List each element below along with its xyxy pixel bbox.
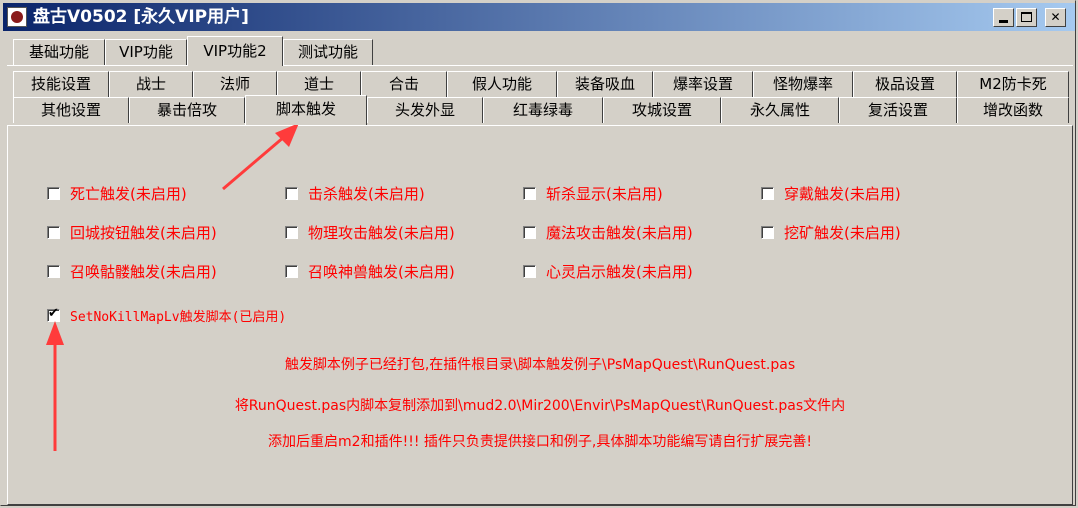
tab-warrior[interactable]: 战士 [109,71,193,97]
checkbox-label: 物理攻击触发(未启用) [308,223,455,242]
tabs-top-baseline [7,65,1073,66]
checkbox-box[interactable] [47,186,60,200]
tab-basic[interactable]: 基础功能 [13,39,105,65]
arrow-to-script-tab-icon [222,123,299,191]
checkbox-box[interactable] [523,225,536,239]
checkbox-label: 召唤神兽触发(未启用) [308,262,455,281]
checkbox-box[interactable] [47,264,60,278]
tab-monster-drop[interactable]: 怪物爆率 [753,71,853,97]
checkbox-label: 召唤骷髅触发(未启用) [70,262,217,281]
magic-attack-trigger-checkbox[interactable]: 魔法攻击触发(未启用) [523,222,693,242]
tab-combo[interactable]: 合击 [361,71,447,97]
maximize-icon [1021,12,1032,22]
checkbox-label: 击杀触发(未启用) [308,184,425,203]
minimize-button[interactable] [993,8,1014,27]
checkbox-label: SetNoKillMapLv触发脚本(已启用) [70,309,287,325]
summon-beast-trigger-checkbox[interactable]: 召唤神兽触发(未启用) [285,261,455,281]
tab-other-settings[interactable]: 其他设置 [13,97,129,123]
tab-permanent-attrs[interactable]: 永久属性 [721,97,839,123]
tab-siege-settings[interactable]: 攻城设置 [603,97,721,123]
tabs-row1: 技能设置 战士 法师 道士 合击 假人功能 装备吸血 爆率设置 怪物爆率 极品设… [7,71,1075,97]
close-button[interactable]: ✕ [1045,8,1066,27]
checkbox-label: 心灵启示触发(未启用) [546,262,693,281]
soul-revelation-trigger-checkbox[interactable]: 心灵启示触发(未启用) [523,261,693,281]
maximize-button[interactable] [1016,8,1037,27]
tab-taoist[interactable]: 道士 [277,71,361,97]
tab-m2-anti-freeze[interactable]: M2防卡死 [957,71,1069,97]
note-line-2: 将RunQuest.pas内脚本复制添加到\mud2.0\Mir200\Envi… [234,398,846,414]
tab-skill-settings[interactable]: 技能设置 [13,71,109,97]
close-icon: ✕ [1050,10,1061,24]
note-line-1: 触发脚本例子已经打包,在插件根目录\脚本触发例子\PsMapQuest\RunQ… [284,357,796,373]
summon-skeleton-trigger-checkbox[interactable]: 召唤骷髅触发(未启用) [47,261,217,281]
checkbox-label: 挖矿触发(未启用) [784,223,901,242]
tab-premium-settings[interactable]: 极品设置 [853,71,957,97]
tab-test[interactable]: 测试功能 [283,39,373,65]
tabs-row2: 其他设置 暴击倍攻 脚本触发 头发外显 红毒绿毒 攻城设置 永久属性 复活设置 … [7,95,1075,125]
checkbox-box[interactable] [761,225,774,239]
app-icon [7,7,27,27]
tab-script-trigger[interactable]: 脚本触发 [245,95,367,125]
return-city-trigger-checkbox[interactable]: 回城按钮触发(未启用) [47,222,217,242]
tab-drop-rate[interactable]: 爆率设置 [653,71,753,97]
window-title: 盘古V0502 [永久VIP用户] [33,7,249,27]
tab-vip[interactable]: VIP功能 [105,39,187,65]
death-trigger-checkbox[interactable]: 死亡触发(未启用) [47,183,187,203]
physical-attack-trigger-checkbox[interactable]: 物理攻击触发(未启用) [285,222,455,242]
tab-equip-lifesteal[interactable]: 装备吸血 [557,71,653,97]
tab-hair-display[interactable]: 头发外显 [367,97,483,123]
title-bar[interactable]: 盘古V0502 [永久VIP用户] ✕ [3,3,1075,31]
tab-red-green-poison[interactable]: 红毒绿毒 [483,97,603,123]
tab-vip2[interactable]: VIP功能2 [187,36,283,66]
checkbox-box[interactable] [523,264,536,278]
setnokillmaplv-trigger-checkbox[interactable]: SetNoKillMapLv触发脚本(已启用) [47,305,286,325]
main-window: 盘古V0502 [永久VIP用户] ✕ 基础功能 VIP功能 VIP功能2 测试… [0,0,1076,506]
checkbox-label: 魔法攻击触发(未启用) [546,223,693,242]
checkbox-box[interactable] [285,264,298,278]
tab-mage[interactable]: 法师 [193,71,277,97]
arrow-to-checked-box-icon [46,321,64,451]
checkbox-label: 斩杀显示(未启用) [546,184,663,203]
tab-modify-functions[interactable]: 增改函数 [957,97,1069,123]
tab-fake-player[interactable]: 假人功能 [447,71,557,97]
checkbox-box[interactable] [523,186,536,200]
note-line-3: 添加后重启m2和插件!!! 插件只负责提供接口和例子,具体脚本功能编写请自行扩展… [268,434,812,450]
checkbox-label: 回城按钮触发(未启用) [70,223,217,242]
tabs-top: 基础功能 VIP功能 VIP功能2 测试功能 [7,36,1075,66]
checkbox-label: 死亡触发(未启用) [70,184,187,203]
minimize-icon [999,20,1008,23]
mining-trigger-checkbox[interactable]: 挖矿触发(未启用) [761,222,901,242]
equip-trigger-checkbox[interactable]: 穿戴触发(未启用) [761,183,901,203]
execute-display-checkbox[interactable]: 斩杀显示(未启用) [523,183,663,203]
tab-revive-settings[interactable]: 复活设置 [839,97,957,123]
checkbox-box[interactable] [285,225,298,239]
checkbox-label: 穿戴触发(未启用) [784,184,901,203]
checkbox-box[interactable] [761,186,774,200]
checkbox-box[interactable] [47,225,60,239]
